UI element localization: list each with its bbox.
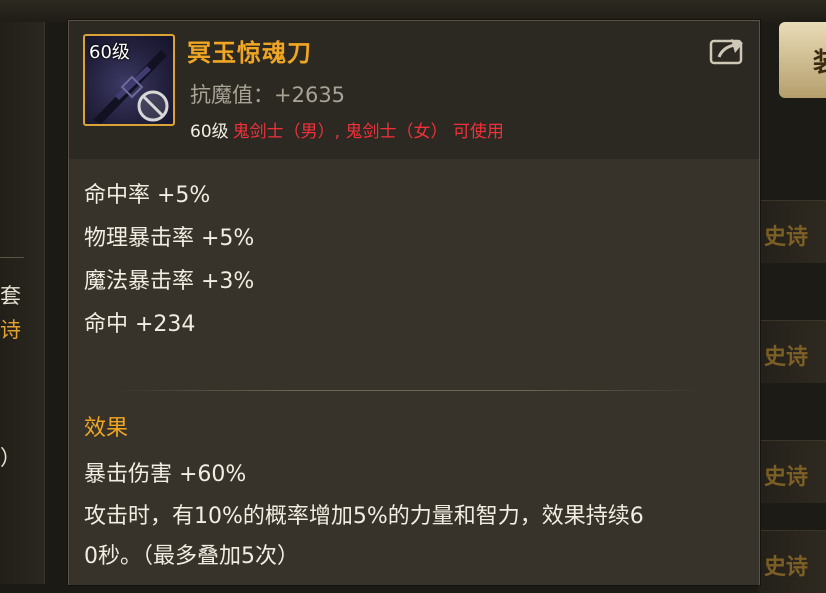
- left-panel-text: 套: [0, 284, 21, 308]
- tooltip-header: 60级 冥玉惊魂刀 抗魔值：+2635 60级 鬼剑士（男）, 鬼剑士（女） 可使…: [69, 21, 759, 159]
- effect-title: 效果: [84, 416, 129, 441]
- rarity-label: 史诗: [764, 345, 809, 370]
- attribute-line: 物理暴击率 +5%: [84, 226, 255, 251]
- left-panel-text: ）: [0, 446, 21, 470]
- attribute-line: 魔法暴击率 +3%: [84, 269, 255, 294]
- effect-line: 暴击伤害 +60%: [84, 462, 247, 487]
- requirement-level: 60级: [190, 122, 229, 142]
- rarity-label: 史诗: [764, 225, 809, 250]
- inventory-row[interactable]: 史诗: [758, 200, 826, 263]
- left-panel-rarity-text: 诗: [0, 318, 21, 342]
- effect-line: 0秒。（最多叠加5次）: [84, 544, 299, 569]
- inventory-row[interactable]: 史诗: [758, 320, 826, 383]
- item-tooltip: 60级 冥玉惊魂刀 抗魔值：+2635 60级 鬼剑士（男）, 鬼剑士（女） 可使…: [68, 20, 760, 585]
- section-divider: [114, 390, 704, 391]
- left-panel-divider: [0, 257, 24, 258]
- requirement-classes: 鬼剑士（男）, 鬼剑士（女） 可使用: [232, 122, 504, 142]
- inventory-row[interactable]: 史诗: [758, 440, 826, 503]
- attribute-line: 命中率 +5%: [84, 183, 211, 208]
- attribute-line: 命中 +234: [84, 312, 196, 337]
- left-panel: 套 诗 ）: [0, 22, 45, 584]
- rarity-label: 史诗: [764, 465, 809, 490]
- rarity-label: 史诗: [764, 555, 809, 580]
- equip-button[interactable]: 装: [779, 22, 826, 98]
- item-level-badge: 60级: [89, 42, 130, 63]
- effect-line: 攻击时，有10%的概率增加5%的力量和智力，效果持续6: [84, 504, 644, 529]
- item-name: 冥玉惊魂刀: [187, 39, 312, 67]
- top-bar: [0, 0, 826, 22]
- equip-button-label: 装: [813, 42, 826, 79]
- ghost-sword-icon: 60级: [83, 34, 175, 126]
- magic-resistance-stat: 抗魔值：+2635: [190, 83, 346, 107]
- class-requirement: 60级 鬼剑士（男）, 鬼剑士（女） 可使用: [190, 117, 504, 142]
- share-icon[interactable]: [709, 35, 747, 65]
